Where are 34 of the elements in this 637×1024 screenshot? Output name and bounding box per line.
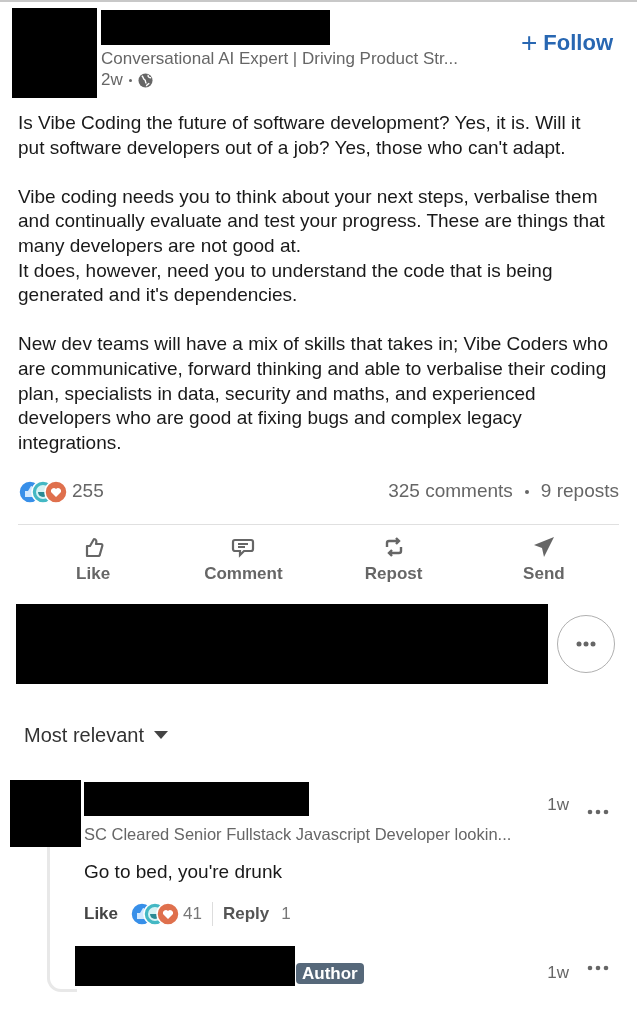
more-icon [587,965,609,972]
redaction-block [10,780,81,848]
action-button[interactable]: Comment [204,534,283,587]
more-icon [587,809,609,816]
comment-text: Go to bed, you're drunk [84,860,283,885]
more-icon [576,641,596,648]
reply-time: 1w [547,961,569,984]
comment-time: 1w [547,794,569,817]
post-paragraph: It does, however, need you to understand the code that is being generated and it's dependencies. [18,258,554,308]
dot-separator [128,78,132,82]
action-button[interactable]: Like [76,534,111,587]
commenter-headline: SC Cleared Senior Fullstack Javascript Developer lookin... [84,824,513,846]
reaction-count: 41 [183,902,202,925]
post-paragraph: Is Vibe Coding the future of software development? Yes, it is. Will it put software developers out of a job? Yes, those who can't adapt. [18,111,582,160]
dot-separator [524,489,529,494]
reply-button[interactable]: Reply [222,900,270,927]
author-headline: Conversational AI Expert | Driving Product Str... [101,48,459,70]
follow-button[interactable]: + Follow [521,26,613,59]
action-button[interactable]: Send [523,534,565,587]
reply-count: 1 [281,902,291,925]
post-paragraph: Vibe coding needs you to think about your next steps, verbalise them and continually evaluate and test your progress. These are things that many developers are not good at. [18,184,606,258]
reaction-count: 255 [72,479,104,504]
post-paragraph: New dev teams will have a mix of skills that takes in; Vibe Coders who are communicative, forward thinking and able to verbalise their coding plan, specialists in data, security and maths, and experienced developers who are good at fixing bugs and complex legacy integrations. [18,332,609,455]
caret-icon [154,731,169,740]
reposts-link[interactable]: 9 reposts [540,477,619,506]
action-button[interactable]: Repost [364,534,423,587]
globe-icon [137,72,153,88]
like-button[interactable]: Like [84,900,119,927]
post-time: 2w [101,70,123,90]
reaction-icons [130,901,181,926]
reaction-icons [18,479,68,504]
author-badge: Author [296,963,364,985]
comments-link[interactable]: 325 comments [388,477,513,506]
sort-dropdown[interactable]: Most relevant [24,720,169,751]
